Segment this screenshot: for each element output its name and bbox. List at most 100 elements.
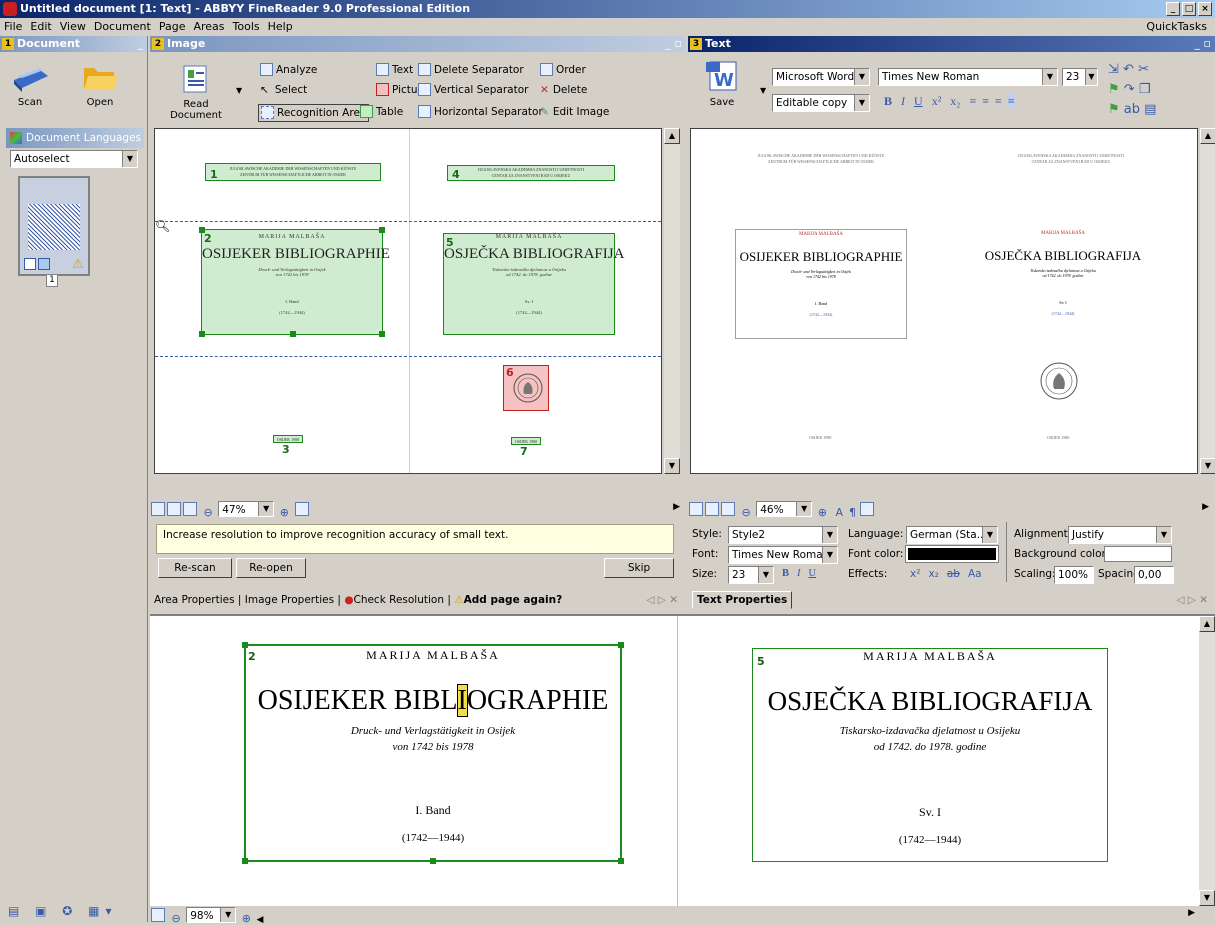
redo-icon[interactable]: ↷ [1124, 82, 1135, 97]
text-area-1[interactable]: JUGOSLAWISCHE AKADEMIE DER WISSENSCHAFTE… [205, 163, 381, 181]
zoom-area-5[interactable]: 5 MARIJA MALBAŠA OSJEČKA BIBLIOGRAFIJA T… [752, 648, 1108, 862]
panel-minimize-icon[interactable]: _ [138, 36, 144, 52]
zoom-in-icon[interactable]: ⊕ [280, 506, 289, 519]
page-image[interactable]: JUGOSLAWISCHE AKADEMIE DER WISSENSCHAFTE… [154, 128, 662, 474]
zoom-out-icon[interactable]: ⊖ [742, 506, 751, 519]
language-select[interactable]: German (Sta... ▼ [906, 526, 998, 544]
scan-button[interactable]: Scan [8, 58, 52, 120]
maximize-button[interactable]: □ [1182, 2, 1196, 16]
resize-handle[interactable] [618, 642, 624, 648]
italic-button[interactable]: I [797, 568, 801, 579]
fit-page-icon[interactable] [151, 502, 165, 516]
edit-image-tool[interactable]: ✎ Edit Image [540, 104, 609, 120]
open-button[interactable]: Open [78, 58, 122, 120]
resize-handle[interactable] [618, 858, 624, 864]
page-overview-icon[interactable] [295, 502, 310, 516]
flag-icon[interactable]: ⚑ [1108, 102, 1120, 117]
copy-mode-select[interactable]: Editable copy ▼ [772, 94, 870, 112]
actual-size-icon[interactable] [721, 502, 735, 516]
font-select[interactable]: Times New Roman ▼ [878, 68, 1058, 86]
tab-image-properties[interactable]: Image Properties [245, 594, 334, 606]
picture-area-6[interactable]: 6 [503, 365, 549, 411]
zoom-pane-zoom-select[interactable]: 98% ▼ [186, 907, 237, 923]
tab-area-properties[interactable]: Area Properties [154, 594, 235, 606]
delete-separator-tool[interactable]: Delete Separator [418, 62, 524, 78]
copy-icon[interactable]: ❐ [1139, 82, 1151, 97]
text-right-block[interactable]: MARIJA MALBAŠA OSJEČKA BIBLIOGRAFIJA Tis… [963, 229, 1163, 339]
scroll-right-icon[interactable]: ▶ [1202, 502, 1209, 512]
subscript-button[interactable]: x₂ [950, 94, 960, 108]
scaling-input[interactable]: 100% [1054, 566, 1094, 584]
table-tool[interactable]: Table [360, 104, 403, 120]
align-center-icon[interactable]: ≡ [982, 94, 989, 108]
close-button[interactable]: × [1198, 2, 1212, 16]
recognition-area-tool[interactable]: Recognition Area [258, 104, 370, 122]
document-language-select[interactable]: Autoselect ▼ [10, 150, 138, 168]
subscript-effect-button[interactable]: x₂ [928, 568, 938, 580]
scroll-down-icon[interactable]: ▼ [1200, 458, 1215, 474]
text-area-2[interactable]: 2 MARIJA MALBAŠA OSIJEKER BIBLIOGRAPHIE … [199, 227, 390, 337]
read-document-dropdown-icon[interactable]: ▼ [236, 86, 242, 95]
resize-handle[interactable] [290, 331, 296, 337]
text-tool[interactable]: Text [376, 62, 413, 78]
small-caps-effect-button[interactable]: Aa [968, 568, 982, 580]
scroll-right-icon[interactable]: ▶ [673, 502, 680, 512]
scroll-up-icon[interactable]: ▲ [664, 128, 680, 144]
background-color-swatch[interactable] [1104, 546, 1172, 562]
zoom-vertical-scrollbar[interactable]: ▲ ▼ [1199, 616, 1215, 906]
scroll-right-icon[interactable]: ▶ [1188, 908, 1195, 918]
horizontal-separator-tool[interactable]: Horizontal Separator [418, 104, 543, 120]
scroll-up-icon[interactable]: ▲ [1199, 616, 1215, 632]
mark-icon[interactable]: ⚑ [1108, 82, 1120, 97]
bold-button[interactable]: B [782, 568, 789, 579]
resize-handle[interactable] [242, 642, 248, 648]
italic-button[interactable]: I [901, 94, 905, 108]
scroll-down-icon[interactable]: ▼ [1199, 890, 1215, 906]
properties-font-select[interactable]: Times New Roman ▼ [728, 546, 838, 564]
rescan-button[interactable]: Re-scan [158, 558, 232, 578]
resize-handle[interactable] [379, 227, 385, 233]
menu-help[interactable]: Help [264, 18, 297, 36]
fit-page-icon[interactable] [689, 502, 703, 516]
analyze-tool[interactable]: Analyze [260, 62, 317, 78]
vertical-separator-tool[interactable]: Vertical Separator [418, 82, 528, 98]
undo-icon[interactable]: ↶ [1123, 62, 1134, 77]
zoom-out-icon[interactable]: ⊖ [204, 506, 213, 519]
read-document-button[interactable]: Read Document [156, 62, 236, 122]
resize-handle[interactable] [242, 858, 248, 864]
text-zoom-select[interactable]: 46% ▼ [756, 501, 813, 517]
menu-tools[interactable]: Tools [229, 18, 264, 36]
replace-icon[interactable]: ab [1124, 102, 1140, 117]
order-tool[interactable]: Order [540, 62, 586, 78]
underline-button[interactable]: U [809, 568, 817, 579]
columns-icon[interactable] [859, 502, 874, 516]
resize-handle[interactable] [379, 331, 385, 337]
alignment-select[interactable]: Justify ▼ [1068, 526, 1172, 544]
select-tool[interactable]: ↖ Select [260, 82, 307, 98]
strikethrough-effect-button[interactable]: ab [947, 568, 960, 580]
tab-check-resolution[interactable]: Check Resolution [353, 594, 444, 606]
fit-page-icon[interactable] [151, 908, 165, 922]
text-area-7[interactable]: OSIJEK 1980 7 [511, 437, 541, 458]
bold-button[interactable]: B [884, 94, 892, 108]
quicktasks-button[interactable]: QuickTasks [1142, 18, 1211, 36]
skip-button[interactable]: Skip [604, 558, 674, 578]
tab-add-page-again[interactable]: Add page again? [464, 594, 563, 606]
text-area-3[interactable]: OSIJEK 1980 3 [273, 435, 303, 456]
menu-edit[interactable]: Edit [26, 18, 55, 36]
reopen-button[interactable]: Re-open [236, 558, 306, 578]
spacing-input[interactable]: 0,00 [1134, 566, 1174, 584]
menu-file[interactable]: File [0, 18, 26, 36]
save-button[interactable]: W Save [692, 58, 752, 120]
document-bottom-toolbar[interactable]: ▤ ▣ ✪ ▦▾ [8, 904, 118, 918]
tab-text-properties[interactable]: Text Properties [692, 591, 793, 609]
text-area-4[interactable]: JUGOSLAVENSKA AKADEMIJA ZNANOSTI I UMJET… [447, 165, 615, 181]
menu-areas[interactable]: Areas [189, 18, 228, 36]
panel-minimize-icon[interactable]: _ ▫ [666, 36, 682, 52]
scroll-left-icon[interactable]: ◀ [256, 915, 263, 925]
save-dropdown-icon[interactable]: ▼ [760, 86, 766, 95]
paste-icon[interactable]: ▤ [1144, 102, 1156, 117]
text-vertical-scrollbar[interactable]: ▲ ▼ [1200, 128, 1215, 474]
menu-page[interactable]: Page [155, 18, 190, 36]
pilcrow-icon[interactable]: ¶ [849, 506, 856, 519]
